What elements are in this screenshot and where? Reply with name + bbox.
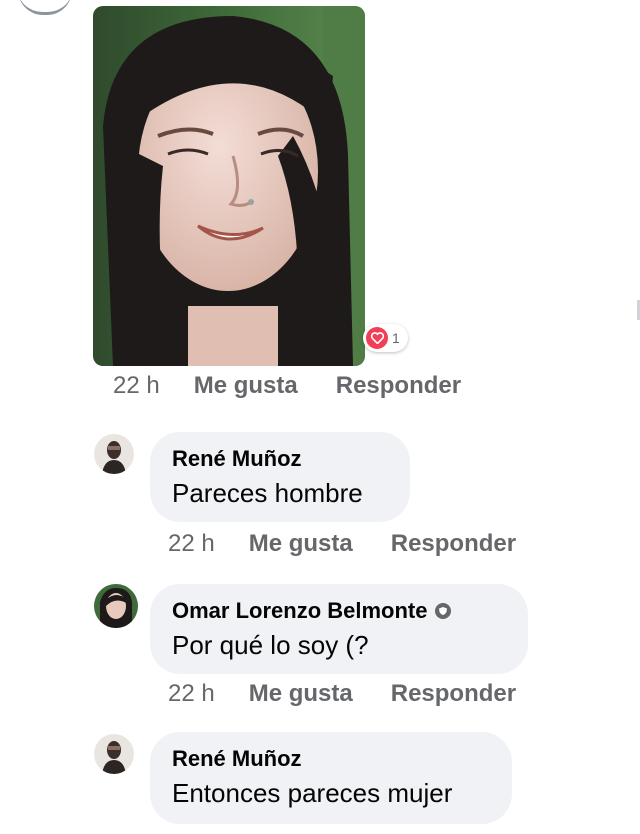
comment-text: Por qué lo soy (? [172,630,369,660]
timestamp: 22 h [168,530,215,557]
reply-button[interactable]: Responder [391,530,516,558]
comment-author[interactable]: Omar Lorenzo Belmonte [172,598,506,624]
comment-text: Entonces pareces mujer [172,778,453,808]
author-name[interactable]: René Muñoz [172,446,302,472]
heart-icon [366,327,388,349]
comment-author[interactable]: René Muñoz [172,446,388,472]
avatar[interactable] [94,434,134,474]
avatar[interactable] [94,734,134,774]
comment-bubble: Omar Lorenzo Belmonte Por qué lo soy (? [150,584,528,674]
author-name[interactable]: René Muñoz [172,746,302,772]
reply-button[interactable]: Responder [336,372,461,400]
photo-attachment[interactable] [93,6,365,366]
comment-text: Pareces hombre [172,478,363,508]
avatar[interactable] [94,584,138,628]
comment-actions: 22 h Me gusta Responder [168,680,516,708]
reaction-summary[interactable]: 1 [363,324,408,352]
like-button[interactable]: Me gusta [194,372,298,400]
comment-bubble: René Muñoz Entonces pareces mujer [150,732,512,824]
comment-bubble: René Muñoz Pareces hombre [150,432,410,522]
like-button[interactable]: Me gusta [249,530,353,558]
author-name[interactable]: Omar Lorenzo Belmonte [172,598,427,624]
shield-icon [435,603,452,619]
comment-actions: 22 h Me gusta Responder [168,530,516,558]
comment-author[interactable]: René Muñoz [172,746,490,772]
like-button[interactable]: Me gusta [249,680,353,708]
timestamp: 22 h [113,372,160,399]
comment-actions: 22 h Me gusta Responder [113,372,461,400]
reaction-count: 1 [392,330,400,346]
reply-button[interactable]: Responder [391,680,516,708]
previous-avatar-edge [18,0,72,15]
timestamp: 22 h [168,680,215,707]
portrait-image [93,6,365,366]
